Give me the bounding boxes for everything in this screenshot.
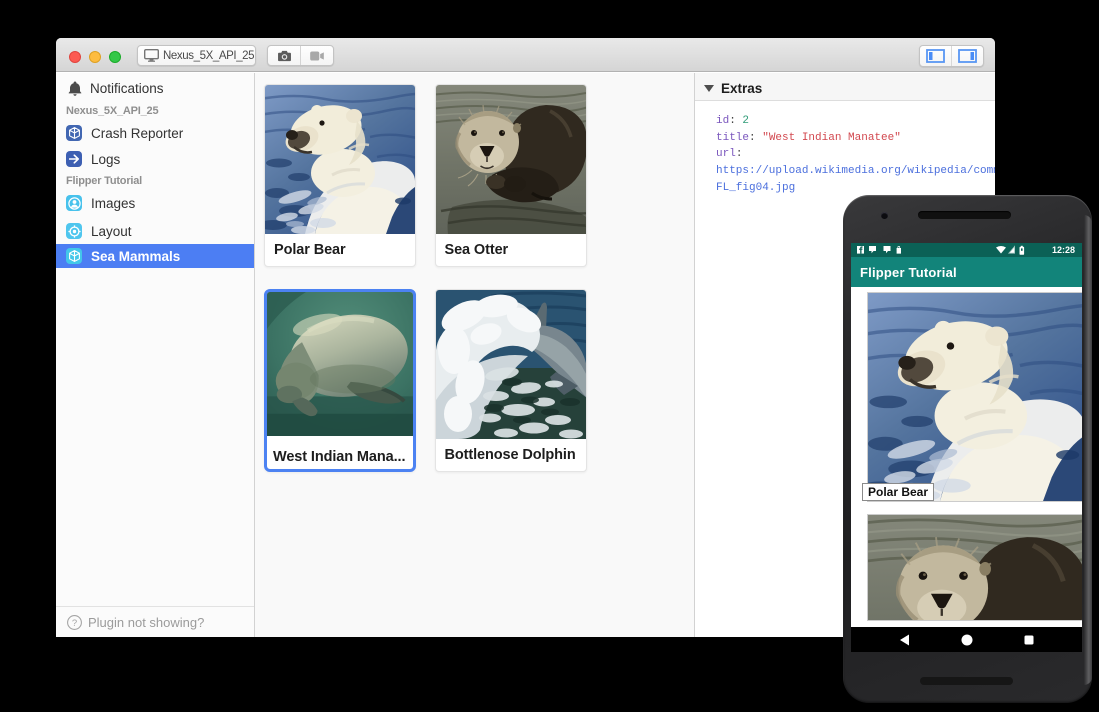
svg-text:?: ? — [72, 618, 77, 629]
